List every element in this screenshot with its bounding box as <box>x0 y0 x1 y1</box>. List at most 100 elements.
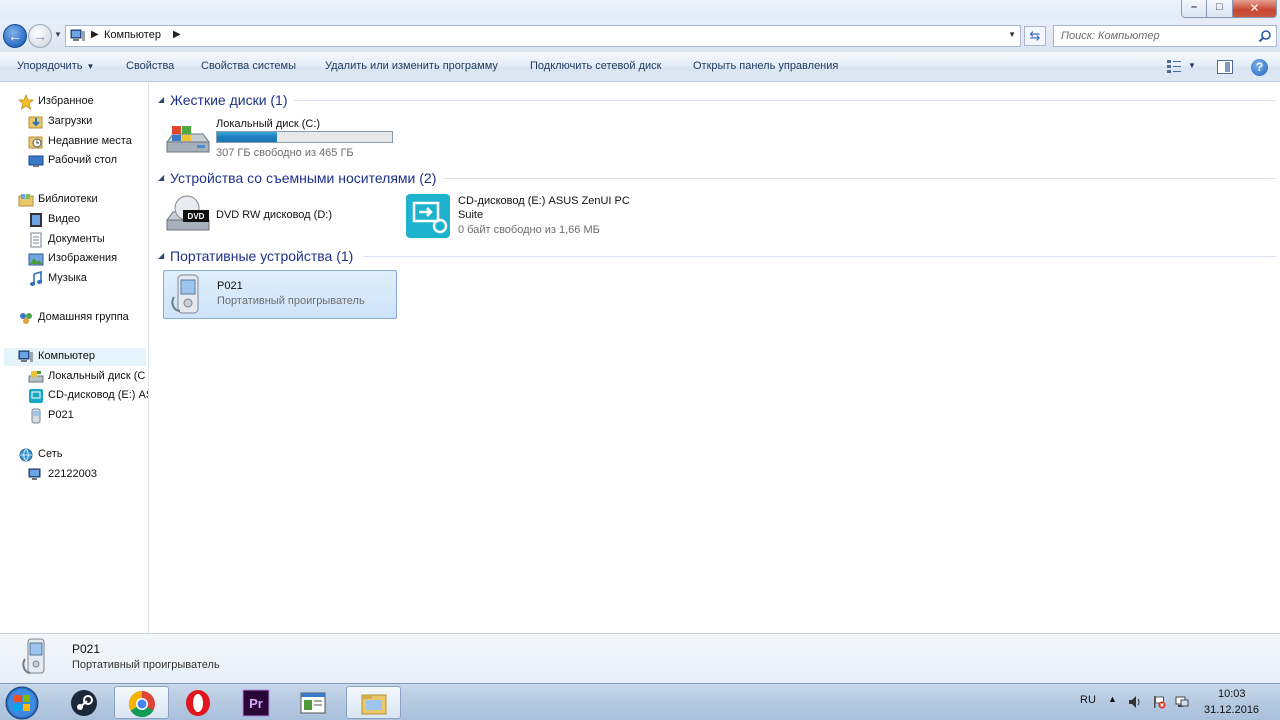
collapse-icon[interactable]: ◢ <box>158 95 164 104</box>
nav-cd-drive[interactable]: CD-дисковод (E:) AS <box>28 387 149 405</box>
title-bar: – □ ✕ <box>0 0 1280 20</box>
search-placeholder: Поиск: Компьютер <box>1061 30 1160 42</box>
group-hard-disks[interactable]: ◢ Жесткие диски (1) <box>158 91 1276 111</box>
nav-homegroup[interactable]: Домашняя группа <box>18 309 146 327</box>
command-bar: Упорядочить ▼ Свойства Свойства системы У… <box>0 52 1280 82</box>
window-app-icon <box>300 692 326 714</box>
volume-icon[interactable] <box>1128 695 1142 709</box>
nav-downloads[interactable]: Загрузки <box>28 113 146 131</box>
drive-tile-e[interactable]: CD-дисковод (E:) ASUS ZenUI PC Suite 0 б… <box>405 193 645 241</box>
properties-button[interactable]: Свойства <box>126 60 174 72</box>
nav-favorites[interactable]: Избранное <box>18 93 146 111</box>
help-button[interactable]: ? <box>1251 59 1268 76</box>
open-control-panel-button[interactable]: Открыть панель управления <box>693 60 838 72</box>
forward-button[interactable]: → <box>28 24 52 48</box>
navigation-row: ← → ▼ ▶ Компьютер ▶ ▼ ⇆ Поиск: Компьютер <box>0 20 1280 52</box>
device-tile-p021[interactable]: P021 Портативный проигрыватель <box>163 270 397 319</box>
start-button[interactable] <box>2 685 42 720</box>
svg-text:Pr: Pr <box>249 696 263 711</box>
nav-network[interactable]: Сеть <box>18 446 146 464</box>
nav-device-p021[interactable]: P021 <box>28 407 146 425</box>
drive-tile-d[interactable]: DVD DVD RW дисковод (D:) <box>163 192 393 240</box>
group-hard-disks-title: Жесткие диски (1) <box>170 92 288 108</box>
back-button[interactable]: ← <box>3 24 27 48</box>
nav-cd-drive-label: CD-дисковод (E:) AS <box>48 389 149 401</box>
maximize-button[interactable]: □ <box>1207 0 1233 18</box>
computer-icon <box>18 350 33 362</box>
search-input[interactable]: Поиск: Компьютер <box>1053 25 1277 47</box>
nav-computer[interactable]: Компьютер <box>4 348 146 366</box>
details-item-type: Портативный проигрыватель <box>72 659 220 671</box>
video-library-icon <box>30 213 42 227</box>
taskbar-opera[interactable] <box>171 686 226 719</box>
star-icon <box>18 94 34 110</box>
arrow-right-icon: → <box>33 28 47 44</box>
language-indicator[interactable]: RU <box>1080 694 1096 706</box>
folder-icon <box>361 694 387 715</box>
organize-button[interactable]: Упорядочить ▼ <box>17 60 94 72</box>
group-divider <box>444 178 1276 179</box>
change-view-button[interactable]: ▼ <box>1166 59 1198 75</box>
close-icon: ✕ <box>1249 1 1260 15</box>
content-area: ◢ Жесткие диски (1) Локальный диск (C:) … <box>150 83 1280 633</box>
asus-zenui-icon <box>406 194 450 238</box>
nav-downloads-label: Загрузки <box>48 115 93 127</box>
nav-recent-label: Недавние места <box>48 135 132 147</box>
navigation-pane: Избранное Загрузки Недавние места Рабочи… <box>0 83 149 633</box>
nav-music[interactable]: Музыка <box>28 270 146 288</box>
taskbar: Pr RU ▲ 10:03 31.12.2016 <box>0 683 1280 720</box>
taskbar-explorer[interactable] <box>346 686 401 719</box>
nav-documents[interactable]: Документы <box>28 231 146 249</box>
breadcrumb-computer[interactable]: Компьютер <box>104 29 161 41</box>
clock-time[interactable]: 10:03 <box>1218 688 1246 700</box>
system-properties-button[interactable]: Свойства системы <box>201 60 296 72</box>
refresh-button[interactable]: ⇆ <box>1024 26 1046 46</box>
nav-recent-places[interactable]: Недавние места <box>28 133 146 151</box>
nav-music-label: Музыка <box>48 272 87 284</box>
uninstall-program-button[interactable]: Удалить или изменить программу <box>325 60 498 72</box>
collapse-icon[interactable]: ◢ <box>158 251 164 260</box>
taskbar-document-viewer[interactable] <box>286 686 341 719</box>
clock-date[interactable]: 31.12.2016 <box>1204 704 1259 716</box>
premiere-icon: Pr <box>242 689 270 717</box>
search-icon[interactable] <box>1258 29 1272 43</box>
nav-computer-label: Компьютер <box>38 350 95 362</box>
details-item-name: P021 <box>72 642 101 656</box>
nav-libraries[interactable]: Библиотеки <box>18 191 146 209</box>
map-network-drive-button[interactable]: Подключить сетевой диск <box>530 60 661 72</box>
nav-local-disk[interactable]: Локальный диск (C <box>28 368 146 386</box>
taskbar-steam[interactable] <box>57 686 112 719</box>
breadcrumb-separator[interactable]: ▶ <box>91 29 99 40</box>
address-dropdown-icon[interactable]: ▼ <box>1008 30 1016 39</box>
nav-desktop-label: Рабочий стол <box>48 154 118 166</box>
nav-network-pc-label: 22122003 <box>48 468 97 480</box>
group-removable[interactable]: ◢ Устройства со съемными носителями (2) <box>158 169 1276 189</box>
preview-pane-button[interactable] <box>1217 60 1233 74</box>
nav-video[interactable]: Видео <box>28 211 146 229</box>
recent-pages-dropdown[interactable]: ▼ <box>54 30 62 39</box>
drive-e-free-space: 0 байт свободно из 1,66 МБ <box>458 224 600 236</box>
drive-tile-c[interactable]: Локальный диск (C:) 307 ГБ свободно из 4… <box>163 116 403 164</box>
group-portable[interactable]: ◢ Портативные устройства (1) <box>158 247 1276 267</box>
taskbar-chrome[interactable] <box>114 686 169 719</box>
group-removable-title: Устройства со съемными носителями (2) <box>170 170 437 186</box>
collapse-icon[interactable]: ◢ <box>158 173 164 182</box>
nav-network-computer[interactable]: 22122003 <box>28 466 146 484</box>
nav-desktop[interactable]: Рабочий стол <box>28 152 146 170</box>
drive-e-name-continued: Suite <box>458 209 484 221</box>
nav-pictures[interactable]: Изображения <box>28 250 146 268</box>
address-bar[interactable]: ▶ Компьютер ▶ ▼ <box>65 25 1021 47</box>
breadcrumb-separator[interactable]: ▶ <box>173 29 181 40</box>
nav-homegroup-label: Домашняя группа <box>38 311 129 323</box>
device-p021-type: Портативный проигрыватель <box>217 295 365 307</box>
drive-c-name: Локальный диск (C:) <box>216 118 321 130</box>
minimize-button[interactable]: – <box>1181 0 1207 18</box>
network-status-icon[interactable] <box>1175 695 1189 709</box>
show-hidden-icons-button[interactable]: ▲ <box>1108 694 1117 704</box>
nav-network-label: Сеть <box>38 448 63 460</box>
action-center-flag-icon[interactable] <box>1152 695 1166 709</box>
close-button[interactable]: ✕ <box>1233 0 1277 18</box>
taskbar-premiere[interactable]: Pr <box>229 686 284 719</box>
pictures-library-icon <box>28 253 44 266</box>
nav-favorites-label: Избранное <box>38 95 94 107</box>
